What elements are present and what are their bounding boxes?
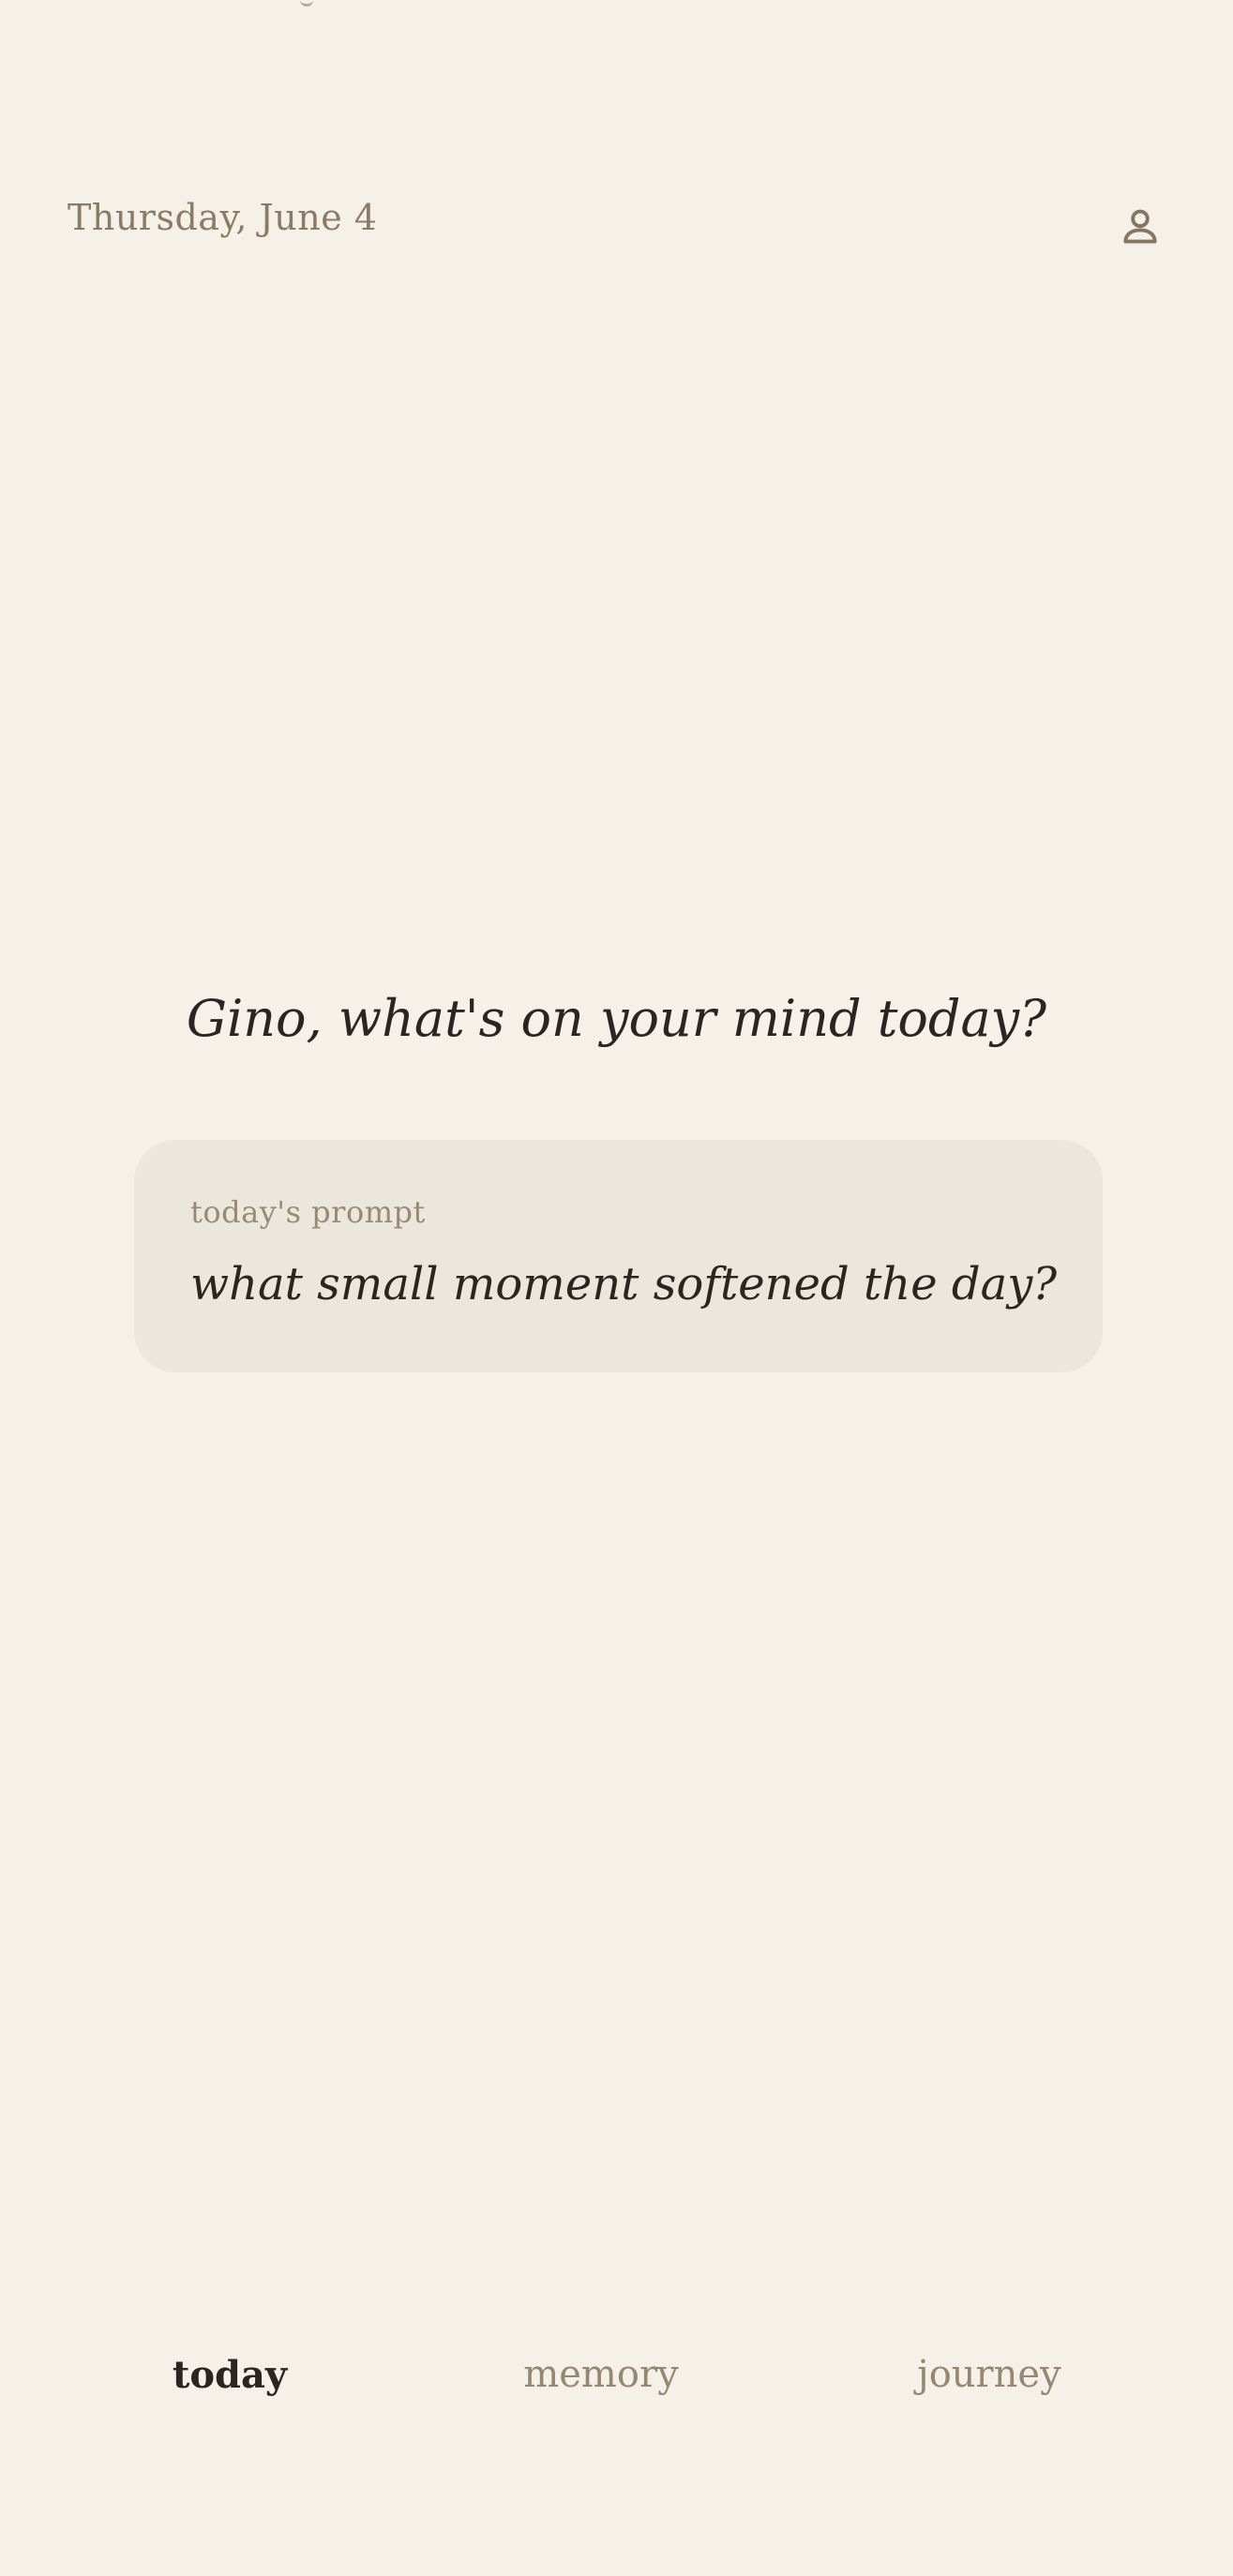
todays-prompt-card[interactable]: today's prompt what small moment softene…: [134, 1140, 1103, 1372]
person-icon: [1116, 202, 1165, 251]
greeting-heading: Gino, what's on your mind today?: [186, 989, 1047, 1048]
profile-button[interactable]: [1112, 199, 1168, 255]
today-screen: Thursday, June 4 Gino, what's on your mi…: [0, 0, 1233, 2576]
bottom-navigation: today memory journey: [0, 2353, 1233, 2428]
header-date: Thursday, June 4: [68, 197, 378, 238]
status-bar-fragment: [300, 0, 313, 7]
prompt-label: today's prompt: [190, 1194, 426, 1230]
prompt-text: what small moment softened the day?: [190, 1258, 1058, 1310]
nav-item-journey[interactable]: journey: [849, 2353, 1130, 2396]
nav-item-today[interactable]: today: [89, 2353, 370, 2397]
nav-item-memory[interactable]: memory: [460, 2353, 742, 2396]
